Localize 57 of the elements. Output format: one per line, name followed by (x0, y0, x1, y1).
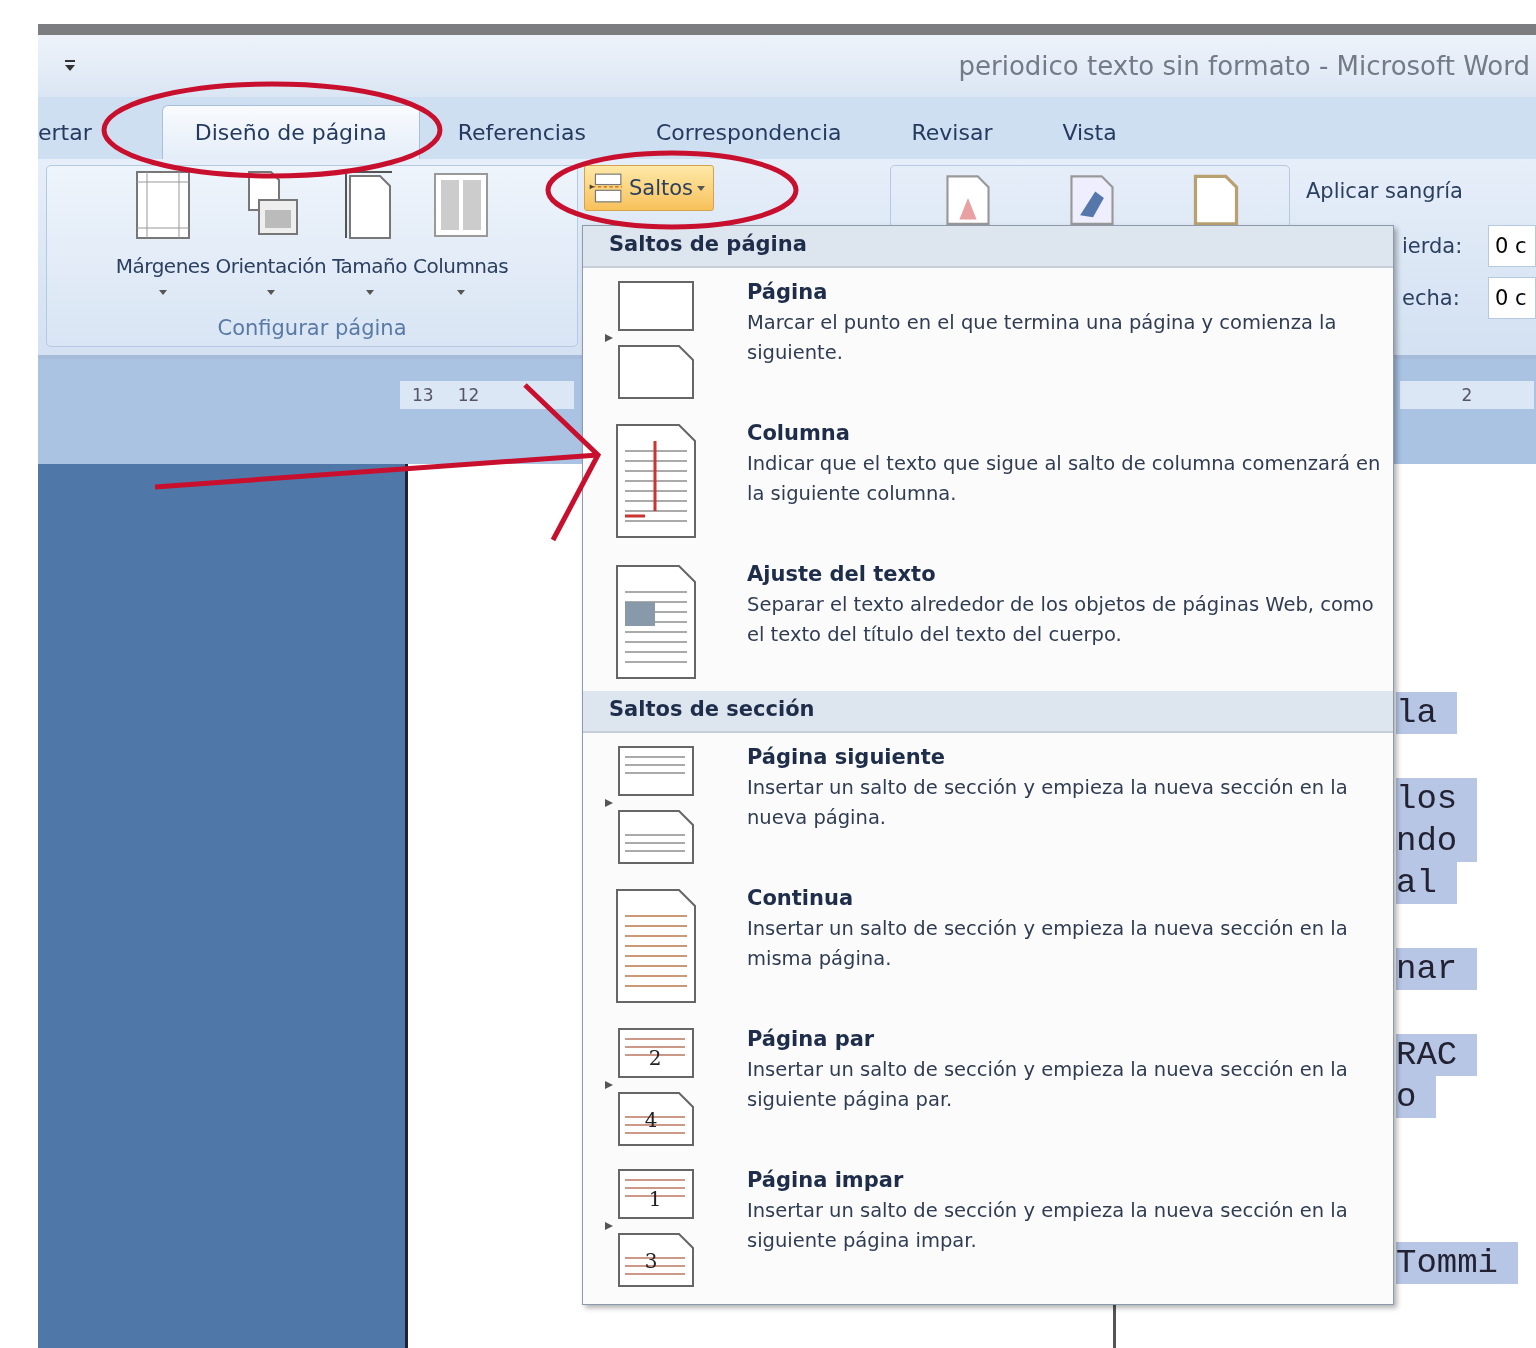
window-title: periodico texto sin formato - Microsoft Word (958, 51, 1530, 81)
caret-icon (456, 290, 465, 295)
ruler: 2 (1400, 381, 1534, 409)
menu-section-heading: Saltos de página (583, 226, 1393, 268)
menu-section-heading: Saltos de sección (583, 691, 1393, 733)
menu-item-description: Indicar que el texto que sigue al salto de columna comenzará en la siguiente columna. (747, 451, 1381, 507)
document-text: RAC (1396, 1034, 1478, 1076)
menu-item-title: Página siguiente (747, 745, 946, 769)
menu-item-title: Continua (747, 886, 855, 910)
menu-item-title: Columna (747, 421, 851, 445)
ribbon-tab[interactable]: Referencias (425, 105, 618, 159)
document-text: o (1396, 1076, 1437, 1118)
menu-item-title: Página (747, 280, 829, 304)
ribbon-button[interactable]: Márgenes (112, 170, 213, 295)
field-label: ierda: (1402, 234, 1464, 258)
ribbon-tab[interactable]: ertar (38, 105, 124, 159)
menu-item[interactable]: 2 4 Página par Insertar un salto de sección y empieza la nueva sección en la siguiente página par. (583, 1015, 1393, 1156)
breaks-dropdown-button[interactable]: Saltos (584, 165, 715, 211)
menu-item-title: Ajuste del texto (747, 562, 937, 586)
document-text: Tommi (1396, 1242, 1519, 1284)
document-text: nar (1396, 948, 1478, 990)
ribbon-button[interactable]: Tamaño (329, 170, 410, 295)
menu-item-description: Insertar un salto de sección y empieza la nueva sección en la siguiente página impar. (747, 1198, 1349, 1254)
menu-item-description: Separar el texto alrededor de los objetos de páginas Web, como el texto del título del texto del cuerpo. (747, 592, 1375, 648)
caret-icon (365, 290, 374, 295)
customize-dropdown-icon[interactable] (64, 59, 76, 73)
menu-item-description: Marcar el punto en el que termina una página y comienza la siguiente. (747, 310, 1338, 366)
caret-icon (266, 290, 275, 295)
document-text: ndo (1396, 820, 1478, 862)
document-text: la (1396, 692, 1457, 734)
menu-item-description: Insertar un salto de sección y empieza la nueva sección en la misma página. (747, 916, 1349, 972)
ribbon-button[interactable]: Orientación (212, 170, 330, 295)
menu-item-description: Insertar un salto de sección y empieza la nueva sección en la siguiente página par. (747, 1057, 1349, 1113)
menu-item[interactable]: Columna Indicar que el texto que sigue al salto de columna comenzará en la siguiente columna. (583, 409, 1393, 550)
ribbon-button[interactable]: Columnas (409, 170, 512, 295)
menu-item[interactable]: Continua Insertar un salto de sección y empieza la nueva sección en la misma página. (583, 874, 1393, 1015)
document-text: los (1396, 778, 1478, 820)
document-text: al (1396, 862, 1457, 904)
ruler: 13 12 (400, 381, 574, 409)
caret-icon (158, 290, 167, 295)
ribbon-tab[interactable]: Diseño de página (161, 105, 420, 159)
menu-item[interactable]: Página siguiente Insertar un salto de sección y empieza la nueva sección en la nueva página. (583, 733, 1393, 874)
field-label: echa: (1402, 286, 1461, 310)
menu-item-title: Página impar (747, 1168, 905, 1192)
menu-item[interactable]: Página Marcar el punto en el que termina una página y comienza la siguiente. (583, 268, 1393, 409)
indent-input-field[interactable]: 0 c (1488, 277, 1536, 319)
menu-item-description: Insertar un salto de sección y empieza la nueva sección en la nueva página. (747, 775, 1349, 831)
ribbon-tab[interactable]: Vista (1030, 105, 1149, 159)
menu-item[interactable]: 1 3 Página impar Insertar un salto de sección y empieza la nueva sección en la siguiente página impar. (583, 1156, 1393, 1297)
group-label: Configurar página (217, 315, 407, 342)
ribbon-tab[interactable]: Correspondencia (623, 105, 874, 159)
indent-input-field[interactable]: 0 c (1488, 225, 1536, 267)
ribbon-tab[interactable]: Revisar (879, 105, 1025, 159)
menu-item[interactable]: Ajuste del texto Separar el texto alrededor de los objetos de páginas Web, como el texto del título del texto del cuerpo. (583, 550, 1393, 691)
menu-item-title: Página par (747, 1027, 876, 1051)
group-label: Aplicar sangría (1306, 179, 1464, 203)
caret-icon (697, 185, 706, 191)
